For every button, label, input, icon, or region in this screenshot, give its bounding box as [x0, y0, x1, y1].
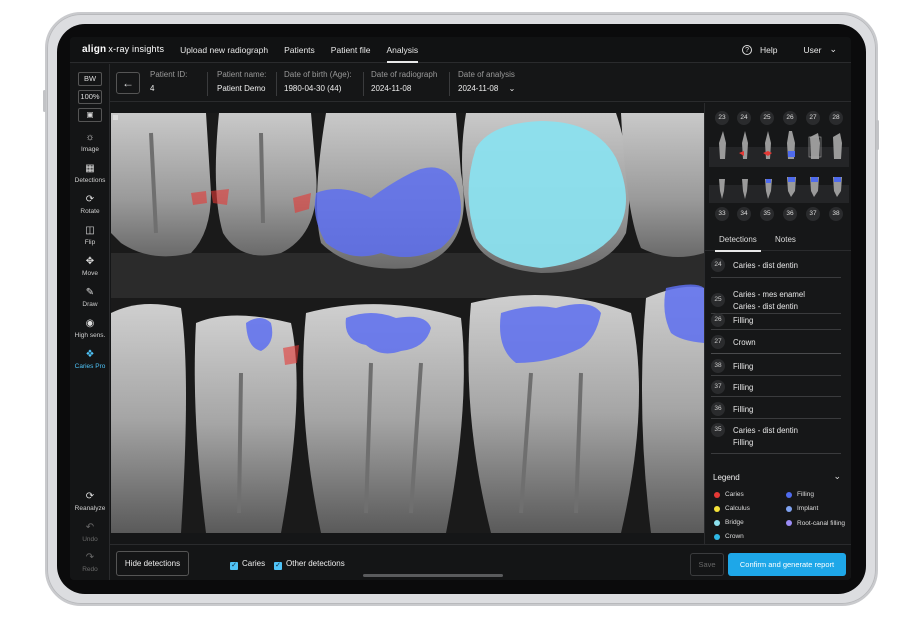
tab-notes[interactable]: Notes [775, 235, 796, 244]
pen-icon: ✎ [85, 287, 95, 298]
tooth-number[interactable]: 35 [760, 207, 774, 221]
tooth-number[interactable]: 25 [760, 111, 774, 125]
radiograph-viewer[interactable] [111, 113, 704, 533]
radiograph-date: Date of radiograph 2024-11-08 [371, 70, 438, 93]
hide-detections-button[interactable]: Hide detections [116, 551, 189, 576]
tool-flip[interactable]: ◫ Flip [70, 225, 110, 246]
tool-high-sensitivity[interactable]: ◉ High sens. [70, 318, 110, 339]
tooth-number[interactable]: 36 [783, 207, 797, 221]
refresh-icon: ⟳ [85, 491, 95, 502]
tooth-chart[interactable] [709, 129, 849, 203]
patient-info-bar: ← Patient ID: 4 Patient name: Patient Demo… [110, 64, 851, 102]
tool-rotate[interactable]: ⟳ Rotate [70, 194, 110, 215]
chevron-down-icon: ⌄ [508, 84, 516, 93]
flip-icon: ◫ [85, 225, 95, 236]
chevron-down-icon[interactable]: ⌄ [829, 44, 837, 55]
tooth-number[interactable]: 37 [806, 207, 820, 221]
reanalyze-button[interactable]: ⟳ Reanalyze [70, 491, 110, 512]
nav-patients[interactable]: Patients [284, 37, 315, 63]
confirm-report-button[interactable]: Confirm and generate report [728, 553, 846, 576]
radiograph-image [111, 113, 704, 533]
tooth-number[interactable]: 27 [806, 111, 820, 125]
back-button[interactable]: ← [116, 72, 140, 94]
volume-button [43, 90, 46, 112]
bw-toggle[interactable]: BW [78, 72, 102, 86]
fit-screen-button[interactable]: ▣ [78, 108, 102, 122]
top-navigation: align x-ray insights Upload new radiograp… [70, 37, 851, 63]
tooth-number[interactable]: 38 [829, 207, 843, 221]
patient-dob: Date of birth (Age): 1980-04-30 (44) [284, 70, 352, 93]
tooth-number[interactable]: 23 [715, 111, 729, 125]
left-toolbar: BW 100% ▣ ☼ Image ▦ Detections ⟳ Rotate ◫ Fl… [70, 64, 110, 580]
zoom-level[interactable]: 100% [78, 90, 102, 104]
app-screen: align x-ray insights Upload new radiograp… [70, 37, 851, 580]
move-icon: ✥ [85, 256, 95, 267]
fit-screen-icon: ▣ [86, 110, 94, 119]
sun-icon: ☼ [85, 132, 95, 143]
panel-tabs: Detections Notes [705, 229, 851, 252]
detections-panel: 23 24 25 26 27 28 33 34 35 36 37 38 Dete… [704, 103, 851, 580]
chevron-down-icon[interactable]: ⌄ [833, 471, 841, 482]
rotate-icon: ⟳ [85, 194, 95, 205]
tool-image[interactable]: ☼ Image [70, 132, 110, 153]
arrow-left-icon: ← [122, 76, 134, 90]
check-icon: ✓ [230, 562, 238, 570]
tool-draw[interactable]: ✎ Draw [70, 287, 110, 308]
undo-icon: ↶ [85, 522, 95, 533]
other-detections-checkbox[interactable]: ✓ Other detections [274, 559, 345, 570]
save-button[interactable]: Save [690, 553, 724, 576]
tooth-number[interactable]: 26 [783, 111, 797, 125]
tooth-number[interactable]: 33 [715, 207, 729, 221]
legend-item: Root-canal filling [786, 519, 847, 528]
analysis-date-select[interactable]: Date of analysis 2024-11-08 ⌄ [458, 70, 515, 93]
legend-item: Implant [786, 505, 818, 512]
check-icon: ✓ [274, 562, 282, 570]
home-indicator [363, 574, 503, 577]
nav-analysis[interactable]: Analysis [386, 37, 418, 63]
caries-checkbox[interactable]: ✓ Caries [230, 559, 265, 570]
nav-patient-file[interactable]: Patient file [331, 37, 371, 63]
patient-name: Patient name: Patient Demo [217, 70, 267, 93]
grid-icon: ▦ [85, 163, 95, 174]
tool-move[interactable]: ✥ Move [70, 256, 110, 277]
help-link[interactable]: Help [760, 45, 777, 55]
legend-item: Caries [714, 491, 744, 498]
eye-icon: ◉ [85, 318, 95, 329]
tool-caries-pro[interactable]: ❖ Caries Pro [70, 349, 110, 370]
legend-item: Bridge [714, 519, 744, 526]
redo-button[interactable]: ↷ Redo [70, 552, 110, 573]
legend-title: Legend [713, 473, 740, 482]
user-menu[interactable]: User [804, 45, 822, 55]
app-logo: align x-ray insights [82, 44, 165, 55]
legend-item: Filling [786, 491, 814, 498]
legend-item: Calculus [714, 505, 750, 512]
legend-item: Crown [714, 533, 744, 540]
redo-icon: ↷ [85, 552, 95, 563]
undo-button[interactable]: ↶ Undo [70, 522, 110, 543]
tooth-number[interactable]: 34 [737, 207, 751, 221]
nav-upload[interactable]: Upload new radiograph [180, 37, 268, 63]
tooth-number[interactable]: 24 [737, 111, 751, 125]
patient-id: Patient ID: 4 [150, 70, 188, 93]
help-icon[interactable]: ? [742, 44, 753, 55]
tooth-icon: ❖ [85, 349, 95, 360]
side-button [876, 120, 879, 150]
tab-detections[interactable]: Detections [715, 235, 761, 252]
tool-detections[interactable]: ▦ Detections [70, 163, 110, 184]
tooth-number[interactable]: 28 [829, 111, 843, 125]
